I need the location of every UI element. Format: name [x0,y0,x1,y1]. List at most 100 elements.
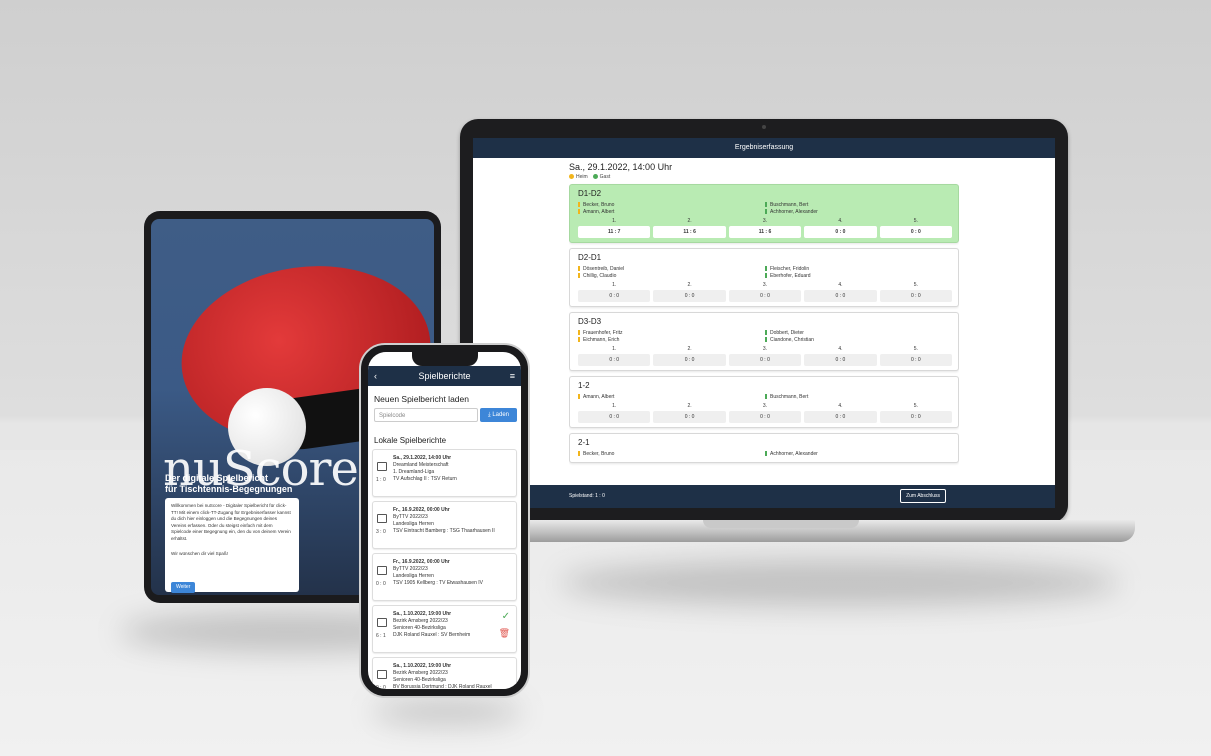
set-score-input[interactable]: 0 : 0 [653,290,726,302]
load-button-label: Laden [492,412,509,418]
report-list-item[interactable]: 0 : 0 Fr., 16.9.2022, 00:00 Uhr ByTTV 2022… [372,553,517,601]
menu-icon[interactable]: ≡ [510,366,515,386]
set-score-input[interactable]: 0 : 0 [728,290,802,302]
game-title: D3-D3 [578,317,602,326]
game-card[interactable]: D1-D2 Becker, Bruno Amann, Albert Buschmann… [569,184,959,243]
set-score-input[interactable]: 0 : 0 [578,354,651,366]
set-column: 3. 0 : 0 [728,282,802,302]
game-title: D2-D1 [578,253,602,262]
match-date: Sa., 29.1.2022, 14:00 Uhr [569,162,673,172]
laptop: Ergebniserfassung Sa., 29.1.2022, 14:00 … [460,119,1068,523]
set-score-input[interactable]: 11 : 6 [728,226,802,238]
local-heading: Lokale Spielberichte [374,436,447,445]
guest-player-name: Fleischer, Fridolin [770,266,810,272]
game-players: Becker, Bruno Amann, Albert Buschmann, Ber… [578,202,952,216]
set-score-input[interactable]: 0 : 0 [804,226,877,238]
set-number: 3. [762,403,768,409]
check-icon[interactable]: ✓ [502,611,510,622]
set-column: 4. 0 : 0 [804,282,877,302]
back-icon[interactable]: ‹ [374,366,377,386]
guest-marker-icon [765,202,767,208]
report-teams: BV Borussia Dortmund : DJK Roland Rauxel [393,684,492,689]
home-player: Dösentreib, Daniel [578,266,765,273]
guest-player-name: Buschmann, Bert [770,202,809,208]
set-score-input[interactable]: 0 : 0 [879,354,953,366]
set-column: 1. 0 : 0 [578,346,651,366]
set-score-input[interactable]: 0 : 0 [653,354,726,366]
set-column: 4. 0 : 0 [804,346,877,366]
report-info: Sa., 1.10.2022, 19:00 Uhr Bezirk Arnsberg… [393,663,513,689]
set-number: 5. [913,346,918,352]
legend-guest: Gast [592,174,610,180]
report-league: Dreamland Meisterschaft [393,462,449,468]
game-card[interactable]: 1-2 Amann, Albert Buschmann, Bert 1. 0 : 0 2.… [569,376,959,428]
set-score-input[interactable]: 0 : 0 [578,290,651,302]
continue-button[interactable]: Weiter [171,582,196,593]
report-league: ByTTV 2022/23 [393,566,428,572]
set-column: 3. 0 : 0 [728,346,802,366]
home-player-name: Dösentreib, Daniel [583,266,625,272]
game-card[interactable]: 2-1 Becker, Bruno Achhorner, Alexander [569,433,959,463]
game-code-input[interactable]: Spielcode [374,408,478,422]
game-players: Becker, Bruno Achhorner, Alexander [578,451,952,458]
game-players: Frauenhofer, Fritz Eichmann, Erich Dobbert… [578,330,952,344]
set-score-input[interactable]: 0 : 0 [879,290,953,302]
game-card[interactable]: D3-D3 Frauenhofer, Fritz Eichmann, Erich Do… [569,312,959,371]
set-number: 4. [838,346,843,352]
set-number: 4. [838,218,843,224]
set-number: 1. [612,282,617,288]
home-marker-icon [578,273,580,279]
guest-marker-icon [765,451,767,457]
set-column: 3. 0 : 0 [728,403,802,423]
games-list: D1-D2 Becker, Bruno Amann, Albert Buschmann… [569,184,959,463]
set-score-input[interactable]: 0 : 0 [879,226,953,238]
welcome-wish: Wir wünschen dir viel Spaß! [171,550,228,556]
laptop-screen: Ergebniserfassung Sa., 29.1.2022, 14:00 … [473,138,1055,508]
set-number: 1. [612,403,617,409]
set-number: 1. [612,346,617,352]
phone-header: ‹ Spielberichte ≡ [368,366,521,386]
guest-player: Achhorner, Alexander [765,451,952,458]
report-list-item[interactable]: 3 : 0 Fr., 16.9.2022, 00:00 Uhr ByTTV 2022… [372,501,517,549]
guest-player: Eberhofer, Eduard [765,273,952,280]
home-players: Dösentreib, Daniel Chillig, Claudio [578,266,765,280]
set-score-input[interactable]: 0 : 0 [804,290,877,302]
home-player: Chillig, Claudio [578,273,765,280]
report-list-item[interactable]: 0 : 0 Sa., 1.10.2022, 19:00 Uhr Bezirk Arn… [372,657,517,689]
home-players: Becker, Bruno Amann, Albert [578,202,765,216]
match-state: Spielstand: 1 : 0 [569,493,605,499]
guest-player-name: Achhorner, Alexander [770,451,818,457]
set-score-input[interactable]: 0 : 0 [804,411,877,423]
guest-player-name: Achhorner, Alexander [770,209,818,215]
report-league: Bezirk Arnsberg 2022/23 [393,618,448,624]
report-date: Fr., 16.9.2022, 00:00 Uhr [393,507,450,513]
guest-players: Achhorner, Alexander [765,451,952,458]
guest-player: Buschmann, Bert [765,202,952,209]
home-players: Becker, Bruno [578,451,765,458]
report-division: Senioren 40-Bezirksliga [393,625,446,631]
guest-players: Buschmann, Bert [765,394,952,401]
set-score-input[interactable]: 11 : 7 [578,226,651,238]
home-player-name: Frauenhofer, Fritz [583,330,623,336]
set-score-input[interactable]: 0 : 0 [578,411,651,423]
home-players: Frauenhofer, Fritz Eichmann, Erich [578,330,765,344]
game-card[interactable]: D2-D1 Dösentreib, Daniel Chillig, Claudio F… [569,248,959,307]
set-score-input[interactable]: 0 : 0 [879,411,953,423]
set-score-input[interactable]: 11 : 6 [653,226,726,238]
set-column: 3. 11 : 6 [728,218,802,238]
set-number: 4. [838,282,843,288]
set-number: 1. [612,218,617,224]
home-player-name: Eichmann, Erich [583,337,620,343]
set-score-input[interactable]: 0 : 0 [804,354,877,366]
set-score-input[interactable]: 0 : 0 [653,411,726,423]
set-score-input[interactable]: 0 : 0 [728,354,802,366]
trash-icon[interactable]: 🗑 [499,628,510,639]
report-list-item[interactable]: 6 : 1 Sa., 1.10.2022, 19:00 Uhr Bezirk Arn… [372,605,517,653]
set-score-input[interactable]: 0 : 0 [728,411,802,423]
home-player: Amann, Albert [578,209,765,216]
guest-player: Dobbert, Dieter [765,330,952,337]
subtitle-line-2: für Tischtennis-Begegnungen [165,484,293,494]
load-button[interactable]: ⤓ Laden [480,408,517,422]
finish-button[interactable]: Zum Abschluss [900,489,946,503]
report-list-item[interactable]: 1 : 0 Sa., 29.1.2022, 14:00 Uhr Dreamland … [372,449,517,497]
